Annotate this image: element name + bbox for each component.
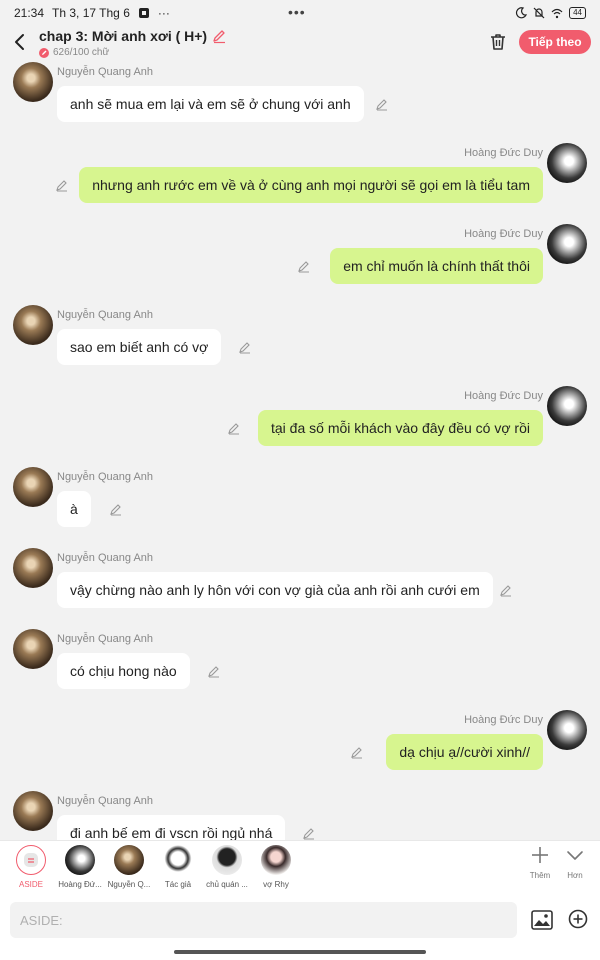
- avatar-hoang-duc-duy[interactable]: [547, 143, 587, 183]
- character-aside[interactable]: ASIDE: [7, 845, 55, 889]
- plus-icon: [532, 847, 548, 863]
- message-bubble[interactable]: vậy chừng nào anh ly hôn với con vợ già …: [57, 572, 493, 608]
- back-icon[interactable]: [10, 32, 30, 52]
- word-count-pencil-icon: [39, 47, 49, 58]
- trash-icon[interactable]: [488, 32, 508, 52]
- character-name: Nguyễn Q...: [107, 880, 151, 889]
- message-bubble[interactable]: anh sẽ mua em lại và em sẽ ở chung với a…: [57, 86, 364, 122]
- character-name: vợ Rhy: [263, 880, 289, 889]
- avatar-nguyen-quang-anh[interactable]: [13, 305, 53, 345]
- word-count-text: 626/100 chữ: [53, 47, 110, 58]
- avatar-nguyen-quang-anh[interactable]: [13, 548, 53, 588]
- message-bubble[interactable]: em chỉ muốn là chính thất thôi: [330, 248, 543, 284]
- sender-name: Nguyễn Quang Anh: [57, 552, 154, 564]
- continue-button[interactable]: Tiếp theo: [519, 30, 591, 54]
- sender-name: Hoàng Đức Duy: [464, 390, 543, 402]
- edit-message-icon[interactable]: [375, 97, 389, 111]
- character-selector: ASIDE Hoàng Đứ... Nguyễn Q... Tác giả ch…: [0, 840, 600, 896]
- owner-avatar: [212, 845, 242, 875]
- chapter-header: chap 3: Mời anh xơi ( H+) 626/100 chữ Ti…: [0, 26, 600, 62]
- image-icon[interactable]: [531, 910, 553, 930]
- character-owner[interactable]: chủ quán ...: [203, 845, 251, 889]
- character-nguyen-quang-anh[interactable]: Nguyễn Q...: [105, 845, 153, 889]
- home-indicator[interactable]: [174, 950, 426, 954]
- add-character-label: Thêm: [529, 871, 551, 880]
- sender-name: Nguyễn Quang Anh: [57, 633, 154, 645]
- avatar-hoang-duc-duy[interactable]: [547, 710, 587, 750]
- edit-message-icon[interactable]: [55, 178, 69, 192]
- message-bubble[interactable]: nhưng anh rước em về và ở cùng anh mọi n…: [79, 167, 543, 203]
- avatar-nguyen-quang-anh[interactable]: [13, 62, 53, 102]
- message-bubble[interactable]: à: [57, 491, 91, 527]
- character-hoang-duc-duy[interactable]: Hoàng Đứ...: [56, 845, 104, 889]
- aside-icon: [16, 845, 46, 875]
- avatar-nguyen-quang-anh: [114, 845, 144, 875]
- message-bubble[interactable]: đi anh bế em đi vscn rồi ngủ nhá: [57, 815, 286, 840]
- chevron-down-icon: [567, 851, 583, 860]
- sender-name: Hoàng Đức Duy: [464, 714, 543, 726]
- message-input[interactable]: [10, 902, 517, 938]
- moon-icon: [516, 7, 528, 19]
- battery-indicator: 44: [569, 7, 586, 19]
- edit-message-icon[interactable]: [227, 421, 241, 435]
- edit-message-icon[interactable]: [499, 583, 513, 597]
- message-bubble[interactable]: dạ chịu ạ//cười xinh//: [386, 734, 543, 770]
- edit-message-icon[interactable]: [207, 664, 221, 678]
- edit-message-icon[interactable]: [302, 826, 316, 840]
- chapter-title[interactable]: chap 3: Mời anh xơi ( H+): [39, 28, 227, 44]
- expand-characters-button[interactable]: Hơn: [555, 845, 595, 880]
- avatar-nguyen-quang-anh[interactable]: [13, 467, 53, 507]
- composer: [0, 896, 600, 960]
- app-notification-icon: [138, 8, 149, 18]
- message-bubble[interactable]: tại đa số mỗi khách vào đây đều có vợ rồ…: [258, 410, 543, 446]
- bell-off-icon: [533, 7, 545, 19]
- character-name: chủ quán ...: [206, 880, 248, 889]
- status-date: Th 3, 17 Thg 6: [52, 6, 130, 20]
- status-more: ···: [157, 6, 170, 20]
- character-name: Tác giả: [164, 880, 192, 889]
- edit-message-icon[interactable]: [238, 340, 252, 354]
- sender-name: Hoàng Đức Duy: [464, 228, 543, 240]
- status-time: 21:34: [14, 6, 45, 20]
- avatar-hoang-duc-duy[interactable]: [547, 386, 587, 426]
- rhy-avatar: [261, 845, 291, 875]
- chapter-title-text: chap 3: Mời anh xơi ( H+): [39, 28, 208, 44]
- avatar-nguyen-quang-anh[interactable]: [13, 791, 53, 831]
- character-name: ASIDE: [18, 880, 43, 889]
- sender-name: Nguyễn Quang Anh: [57, 795, 154, 807]
- wifi-icon: [551, 8, 563, 19]
- add-circle-icon[interactable]: [568, 909, 588, 929]
- status-bar: 21:34 Th 3, 17 Thg 6 ··· ••• 44: [0, 0, 600, 26]
- edit-message-icon[interactable]: [350, 745, 364, 759]
- character-rhy[interactable]: vợ Rhy: [252, 845, 300, 889]
- sender-name: Nguyễn Quang Anh: [57, 66, 154, 78]
- edit-message-icon[interactable]: [109, 502, 123, 516]
- sender-name: Hoàng Đức Duy: [464, 147, 543, 159]
- character-name: Hoàng Đứ...: [58, 880, 102, 889]
- avatar-hoang-duc-duy[interactable]: [547, 224, 587, 264]
- message-bubble[interactable]: sao em biết anh có vợ: [57, 329, 222, 365]
- expand-characters-label: Hơn: [567, 871, 583, 880]
- sender-name: Nguyễn Quang Anh: [57, 471, 154, 483]
- chat-area[interactable]: Nguyễn Quang Anh anh sẽ mua em lại và em…: [0, 62, 600, 840]
- pencil-icon[interactable]: [211, 28, 227, 44]
- character-author[interactable]: Tác giả: [154, 845, 202, 889]
- word-count: 626/100 chữ: [39, 47, 109, 58]
- multitask-dots[interactable]: •••: [288, 4, 306, 20]
- add-character-button[interactable]: Thêm: [520, 845, 560, 880]
- message-bubble[interactable]: có chịu hong nào: [57, 653, 190, 689]
- avatar-nguyen-quang-anh[interactable]: [13, 629, 53, 669]
- edit-message-icon[interactable]: [297, 259, 311, 273]
- author-avatar: [163, 845, 193, 875]
- sender-name: Nguyễn Quang Anh: [57, 309, 154, 321]
- avatar-hoang-duc-duy: [65, 845, 95, 875]
